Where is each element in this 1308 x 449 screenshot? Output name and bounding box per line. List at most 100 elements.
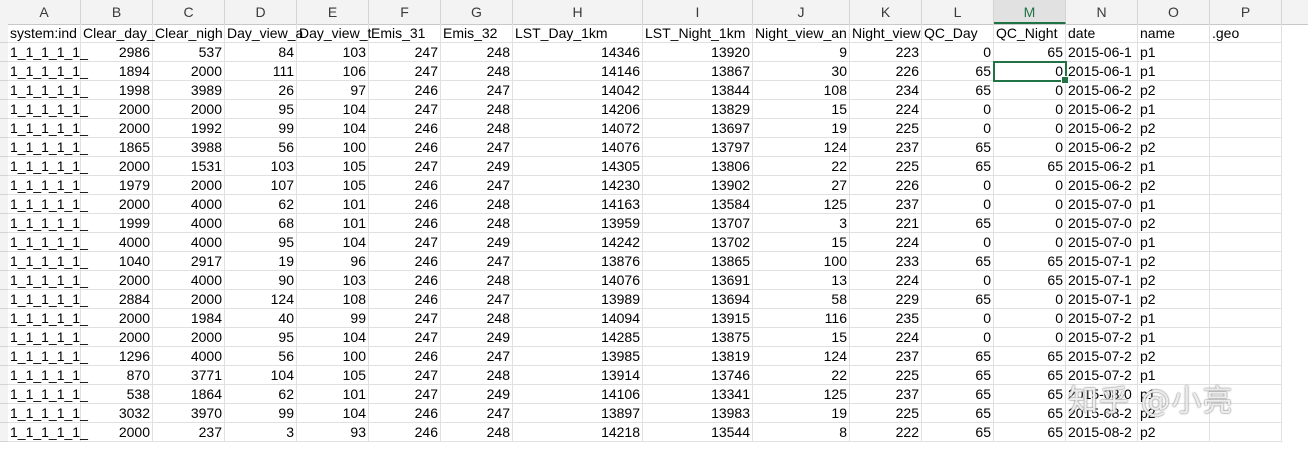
table-cell[interactable]: 0 (994, 119, 1066, 138)
table-cell[interactable]: 870 (81, 366, 153, 385)
table-cell[interactable]: 65 (922, 347, 994, 366)
table-cell[interactable]: 246 (369, 347, 441, 366)
table-cell[interactable]: 3 (225, 423, 297, 442)
table-cell[interactable]: 1_1_1_1_1_ (8, 366, 88, 385)
table-cell[interactable]: p2 (1138, 138, 1210, 157)
table-cell[interactable] (1210, 138, 1282, 157)
table-cell[interactable]: 19 (753, 119, 850, 138)
column-header-f[interactable]: F (369, 0, 441, 24)
table-cell[interactable]: 1992 (153, 119, 225, 138)
table-cell[interactable]: 13985 (513, 347, 643, 366)
column-header-m[interactable]: M (994, 0, 1066, 24)
row-header[interactable] (0, 62, 8, 81)
table-cell[interactable]: 224 (850, 328, 922, 347)
table-cell[interactable]: 104 (297, 119, 369, 138)
table-cell[interactable]: 13876 (513, 252, 643, 271)
table-cell[interactable]: 0 (922, 100, 994, 119)
table-cell[interactable]: 2000 (153, 100, 225, 119)
table-cell[interactable]: 237 (850, 195, 922, 214)
table-cell[interactable]: 0 (922, 233, 994, 252)
header-cell[interactable]: QC_Day (922, 24, 994, 43)
table-cell[interactable]: 14242 (513, 233, 643, 252)
table-cell[interactable]: 58 (753, 290, 850, 309)
table-cell[interactable]: 1040 (81, 252, 153, 271)
row-header[interactable] (0, 24, 8, 43)
table-cell[interactable]: 95 (225, 328, 297, 347)
row-header[interactable] (0, 157, 8, 176)
table-cell[interactable]: 2015-06-2 (1066, 119, 1138, 138)
table-cell[interactable]: p2 (1138, 252, 1210, 271)
row-header[interactable] (0, 385, 8, 404)
table-cell[interactable]: 1894 (81, 62, 153, 81)
table-cell[interactable]: 100 (753, 252, 850, 271)
table-cell[interactable]: 247 (441, 138, 513, 157)
table-cell[interactable]: 14230 (513, 176, 643, 195)
row-header[interactable] (0, 43, 8, 62)
table-cell[interactable]: p1 (1138, 233, 1210, 252)
table-cell[interactable]: 84 (225, 43, 297, 62)
table-cell[interactable]: 125 (753, 195, 850, 214)
table-cell[interactable]: 2015-07-1 (1066, 290, 1138, 309)
row-header[interactable] (0, 347, 8, 366)
table-cell[interactable]: 65 (994, 385, 1066, 404)
table-cell[interactable]: 0 (922, 195, 994, 214)
table-cell[interactable]: 14076 (513, 138, 643, 157)
table-cell[interactable]: 125 (753, 385, 850, 404)
table-cell[interactable]: 14206 (513, 100, 643, 119)
table-cell[interactable]: 0 (922, 271, 994, 290)
table-cell[interactable]: 124 (225, 290, 297, 309)
row-header[interactable] (0, 328, 8, 347)
table-cell[interactable]: 14163 (513, 195, 643, 214)
table-cell[interactable]: 13829 (643, 100, 753, 119)
table-cell[interactable]: 0 (994, 81, 1066, 100)
header-cell[interactable]: Night_view (850, 24, 922, 43)
column-header-k[interactable]: K (850, 0, 922, 24)
table-cell[interactable]: 14094 (513, 309, 643, 328)
table-cell[interactable]: 247 (441, 252, 513, 271)
row-header[interactable] (0, 214, 8, 233)
table-cell[interactable]: 221 (850, 214, 922, 233)
table-cell[interactable]: 13341 (643, 385, 753, 404)
table-cell[interactable]: 13806 (643, 157, 753, 176)
table-cell[interactable]: p2 (1138, 423, 1210, 442)
table-cell[interactable]: 105 (297, 366, 369, 385)
table-cell[interactable]: 2015-07-0 (1066, 233, 1138, 252)
table-cell[interactable]: 233 (850, 252, 922, 271)
table-cell[interactable]: 2986 (81, 43, 153, 62)
table-cell[interactable]: 65 (994, 366, 1066, 385)
table-cell[interactable]: 2000 (153, 290, 225, 309)
table-cell[interactable]: 1979 (81, 176, 153, 195)
header-cell[interactable]: Clear_nigh (153, 24, 225, 43)
table-cell[interactable]: 0 (922, 309, 994, 328)
table-cell[interactable]: 1865 (81, 138, 153, 157)
table-cell[interactable]: 101 (297, 385, 369, 404)
table-cell[interactable]: 1_1_1_1_1_ (8, 252, 88, 271)
table-cell[interactable]: 1_1_1_1_1_ (8, 43, 88, 62)
table-cell[interactable]: 246 (369, 138, 441, 157)
table-cell[interactable]: 124 (753, 138, 850, 157)
table-cell[interactable]: 3989 (153, 81, 225, 100)
table-cell[interactable]: 13797 (643, 138, 753, 157)
table-cell[interactable]: 4000 (153, 214, 225, 233)
table-cell[interactable]: 2015-07-2 (1066, 347, 1138, 366)
row-header[interactable] (0, 233, 8, 252)
table-cell[interactable]: 0 (994, 176, 1066, 195)
table-cell[interactable] (1210, 157, 1282, 176)
table-cell[interactable]: 247 (369, 233, 441, 252)
table-cell[interactable]: 248 (441, 43, 513, 62)
table-cell[interactable] (1210, 233, 1282, 252)
table-cell[interactable]: 247 (441, 404, 513, 423)
header-cell[interactable]: QC_Night (994, 24, 1066, 43)
table-cell[interactable]: 13697 (643, 119, 753, 138)
table-cell[interactable]: 104 (297, 100, 369, 119)
table-cell[interactable]: 247 (441, 347, 513, 366)
table-cell[interactable]: 116 (753, 309, 850, 328)
row-header[interactable] (0, 290, 8, 309)
table-cell[interactable]: 13746 (643, 366, 753, 385)
table-cell[interactable]: 2015-06-2 (1066, 100, 1138, 119)
table-cell[interactable]: 246 (369, 214, 441, 233)
table-cell[interactable]: 62 (225, 195, 297, 214)
table-cell[interactable]: 26 (225, 81, 297, 100)
table-cell[interactable]: 68 (225, 214, 297, 233)
table-cell[interactable]: 14042 (513, 81, 643, 100)
